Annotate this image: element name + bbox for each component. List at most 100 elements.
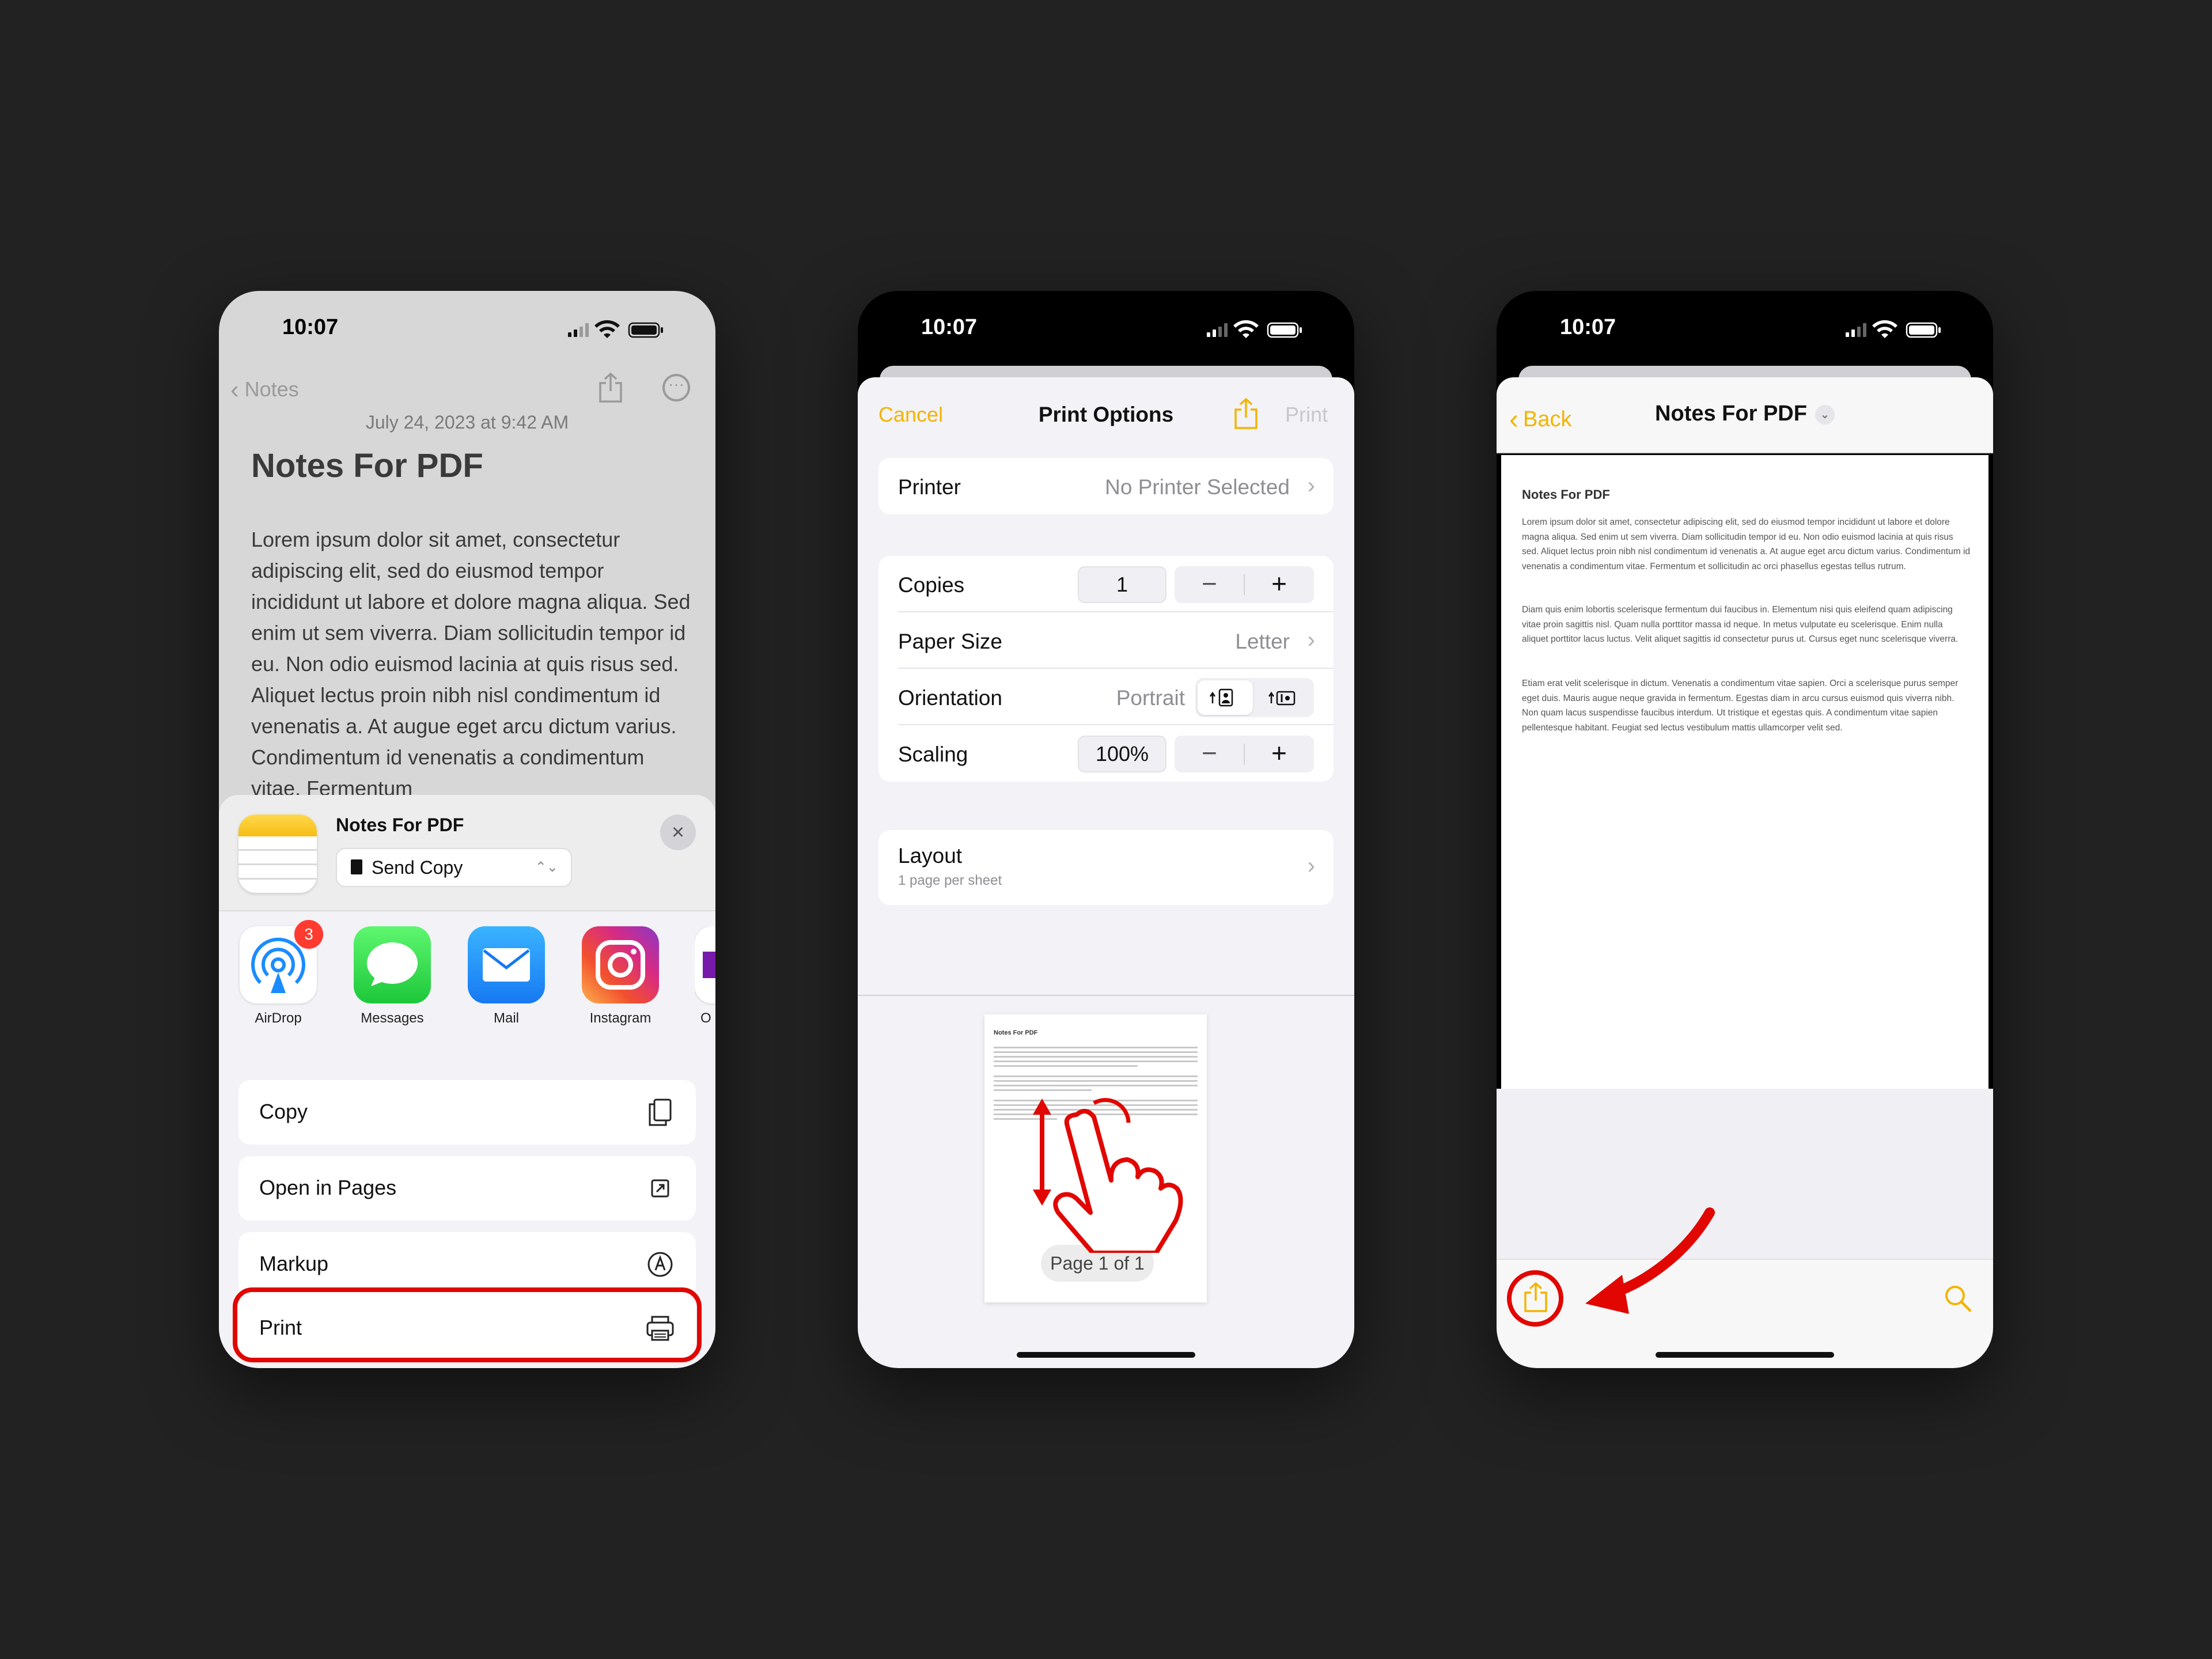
notes-back-button[interactable]: ‹ Notes (230, 374, 299, 404)
chevron-left-icon: ‹ (230, 376, 239, 404)
copies-field[interactable]: 1 (1078, 566, 1166, 603)
orientation-row: Orientation Portrait (878, 669, 1334, 725)
chevron-right-icon: › (1307, 853, 1315, 878)
notes-nav-bar: ‹ Notes ··· (219, 366, 715, 412)
note-title: Notes For PDF (251, 447, 483, 484)
print-button[interactable]: Print (1285, 403, 1328, 427)
home-indicator (1656, 1352, 1834, 1358)
preview-doc-title: Notes For PDF (994, 1029, 1038, 1036)
paper-size-value: Letter (1235, 630, 1290, 653)
page-indicator: Page 1 of 1 (1041, 1245, 1154, 1282)
row-label: Scaling (898, 743, 968, 766)
mail-icon (468, 926, 545, 1003)
row-label: Layout (898, 844, 963, 868)
print-options-sheet: Cancel Print Options Print Printer No Pr… (858, 377, 1354, 1368)
status-bar: 10:07 (1497, 291, 1993, 366)
send-copy-select[interactable]: Send Copy ⌃⌄ (336, 848, 572, 887)
share-sheet-title: Notes For PDF (336, 815, 464, 835)
print-options-title: Print Options (1038, 403, 1174, 426)
status-time: 10:07 (921, 315, 978, 339)
share-app-mail[interactable]: Mail (467, 926, 546, 1027)
instagram-icon (582, 926, 659, 1003)
phone-print-options: 10:07 Cancel Print Options Print Printer… (858, 291, 1354, 1368)
minus-icon[interactable]: − (1175, 566, 1244, 601)
phone-notes-share-sheet: 10:07 ‹ Notes ··· July 24, 2023 at 9:42 A… (219, 291, 715, 1368)
pdf-paragraph: Lorem ipsum dolor sit amet, consectetur … (1522, 517, 1971, 571)
landscape-icon[interactable] (1256, 680, 1312, 715)
app-label: AirDrop (255, 1010, 302, 1026)
notes-app-icon (238, 815, 317, 893)
print-settings-group: Copies 1 − + Paper Size Letter › Orientat… (878, 556, 1334, 782)
app-label: Mail (493, 1010, 519, 1026)
plus-icon[interactable]: + (1244, 736, 1314, 770)
status-bar: 10:07 (858, 291, 1354, 366)
action-label: Markup (259, 1252, 329, 1275)
action-label: Open in Pages (259, 1176, 397, 1199)
layout-subtitle: 1 page per sheet (898, 873, 1002, 888)
minus-icon[interactable]: − (1175, 736, 1244, 770)
app-label: Messages (361, 1010, 424, 1026)
row-label: Orientation (898, 686, 1002, 710)
pdf-background (1497, 1089, 1993, 1259)
chevron-right-icon: › (1307, 627, 1315, 653)
action-label: Copy (259, 1100, 308, 1123)
pdf-doc-title: Notes For PDF (1522, 487, 1610, 502)
share-app-airdrop[interactable]: 3 AirDrop (238, 918, 325, 1027)
pdf-paragraph: Diam quis enim lobortis scelerisque ferm… (1522, 605, 1959, 644)
pdf-title-menu[interactable]: Notes For PDF ⌄ (1497, 402, 1993, 427)
share-app-instagram[interactable]: Instagram (581, 926, 660, 1027)
orientation-value: Portrait (1116, 686, 1185, 710)
airdrop-icon: 3 (240, 918, 325, 1003)
document-icon (351, 859, 362, 874)
portrait-icon[interactable] (1198, 680, 1253, 715)
copy-icon (649, 1099, 672, 1126)
search-icon[interactable] (1942, 1283, 1974, 1314)
phone-pdf-preview: 10:07 ‹ Back Notes For PDF ⌄ Notes For PDF… (1497, 291, 1993, 1368)
note-body[interactable]: Lorem ipsum dolor sit amet, consectetur … (251, 524, 695, 804)
print-nav-bar: Cancel Print Options Print (858, 377, 1354, 446)
row-label: Paper Size (898, 630, 1002, 653)
share-app-partial[interactable]: O (695, 926, 715, 1027)
paper-size-row[interactable]: Paper Size Letter › (878, 612, 1334, 669)
scaling-stepper: − + (1175, 736, 1314, 772)
action-copy[interactable]: Copy (238, 1080, 696, 1145)
status-bar: 10:07 (219, 291, 715, 366)
plus-icon[interactable]: + (1244, 566, 1314, 601)
page-preview[interactable]: Notes For PDF Page 1 of 1 (984, 1014, 1207, 1302)
airdrop-badge: 3 (293, 918, 325, 950)
pdf-paragraph: Etiam erat velit scelerisque in dictum. … (1522, 679, 1959, 733)
share-highlight-ring (1507, 1270, 1563, 1327)
pdf-title: Notes For PDF (1655, 402, 1807, 426)
row-label: Printer (898, 475, 961, 499)
orientation-segmented-control (1195, 678, 1314, 717)
close-icon[interactable]: × (660, 815, 696, 850)
printer-row[interactable]: Printer No Printer Selected › (878, 458, 1334, 514)
pdf-page[interactable]: Notes For PDF Lorem ipsum dolor sit amet… (1501, 455, 1988, 1089)
printer-group: Printer No Printer Selected › (878, 458, 1334, 514)
share-sheet: Notes For PDF Send Copy ⌃⌄ × 3 AirDrop M… (219, 795, 715, 1368)
share-icon[interactable] (596, 372, 626, 404)
action-open-in-pages[interactable]: Open in Pages (238, 1156, 696, 1221)
messages-icon (354, 926, 431, 1003)
home-indicator (1017, 1352, 1195, 1358)
divider (858, 995, 1354, 996)
copies-row: Copies 1 − + (878, 556, 1334, 612)
scaling-field[interactable]: 100% (1078, 736, 1166, 772)
app-label: Instagram (589, 1010, 652, 1026)
print-highlight-ring (233, 1287, 702, 1362)
markup-icon (647, 1252, 673, 1277)
share-app-messages[interactable]: Messages (353, 926, 432, 1027)
send-copy-label: Send Copy (372, 857, 463, 878)
status-icons (568, 320, 663, 338)
more-options-icon[interactable]: ··· (662, 374, 690, 402)
layout-row[interactable]: Layout 1 page per sheet › (878, 830, 1334, 905)
status-time: 10:07 (282, 315, 339, 339)
status-icons (1207, 320, 1302, 338)
onenote-icon (695, 926, 715, 1003)
share-apps-row: 3 AirDrop Messages Mail Instagram O (219, 918, 715, 1036)
back-label: Notes (244, 377, 299, 401)
status-time: 10:07 (1560, 315, 1616, 339)
scaling-row: Scaling 100% − + (878, 725, 1334, 782)
updown-chevron-icon: ⌃⌄ (535, 859, 558, 875)
share-icon[interactable] (1231, 397, 1261, 430)
